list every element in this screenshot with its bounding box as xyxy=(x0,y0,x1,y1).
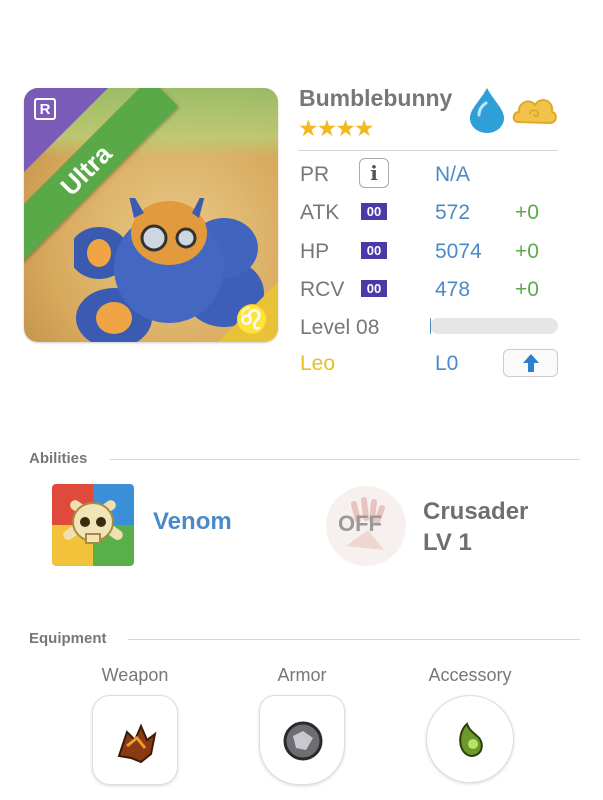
accessory-slot[interactable] xyxy=(426,695,514,783)
atk-value: 572 xyxy=(435,201,471,224)
zodiac-level: L0 xyxy=(435,352,459,375)
green-gem-accessory-icon xyxy=(459,722,483,758)
abilities-divider xyxy=(110,459,580,460)
armor-slot[interactable] xyxy=(259,695,345,785)
hp-bonus: +0 xyxy=(515,240,539,263)
claw-weapon-icon xyxy=(117,723,157,764)
pr-label: PR xyxy=(300,163,330,186)
cloud-swirl-icon xyxy=(512,99,557,125)
leader-skill-title: Crusader xyxy=(423,498,529,525)
level-label: Level 08 xyxy=(300,316,380,339)
venom-ability-icon[interactable] xyxy=(52,484,134,566)
level-progress-fill xyxy=(430,318,432,334)
rcv-value: 478 xyxy=(435,278,471,301)
hp-label: HP xyxy=(300,240,330,263)
equipment-heading: Equipment xyxy=(29,630,107,647)
skull-icon xyxy=(52,484,134,566)
rcv-bonus: +0 xyxy=(515,278,539,301)
zodiac-label: Leo xyxy=(300,352,336,375)
atk-label: ATK xyxy=(300,201,340,224)
star-rating: ★★★★ xyxy=(298,115,374,141)
leader-skill-level: LV 1 xyxy=(423,529,472,556)
monster-portrait[interactable]: R Ultra ♌ xyxy=(24,88,278,342)
active-ability-name[interactable]: Venom xyxy=(153,508,232,536)
atk-bonus: +0 xyxy=(515,201,539,224)
atk-plus-badge: 00 xyxy=(361,203,387,220)
zodiac-upgrade-button[interactable] xyxy=(503,349,558,377)
equipment-divider xyxy=(128,639,580,640)
rank-badge: R xyxy=(34,98,56,120)
rcv-plus-badge: 00 xyxy=(361,280,387,297)
leader-skill-name[interactable]: Crusader LV 1 xyxy=(423,496,528,558)
weapon-slot[interactable] xyxy=(92,695,178,785)
weapon-label: Weapon xyxy=(101,665,169,685)
abilities-heading: Abilities xyxy=(29,450,88,467)
name-divider xyxy=(298,150,558,151)
leader-skill-status: OFF xyxy=(338,511,382,536)
pr-value: N/A xyxy=(435,163,471,186)
arrow-up-icon xyxy=(522,354,539,372)
info-button[interactable]: i xyxy=(359,158,389,188)
armor-label: Armor xyxy=(277,665,327,685)
armor-orb-icon xyxy=(283,721,323,761)
hp-plus-badge: 00 xyxy=(361,242,387,259)
hp-value: 5074 xyxy=(435,240,482,263)
info-icon: i xyxy=(370,161,378,185)
water-drop-icon xyxy=(470,88,504,133)
rcv-label: RCV xyxy=(300,278,345,301)
monster-name: Bumblebunny xyxy=(299,85,453,111)
leo-zodiac-icon: ♌ xyxy=(235,304,270,335)
level-progress-bar xyxy=(430,318,558,334)
accessory-label: Accessory xyxy=(428,665,512,685)
